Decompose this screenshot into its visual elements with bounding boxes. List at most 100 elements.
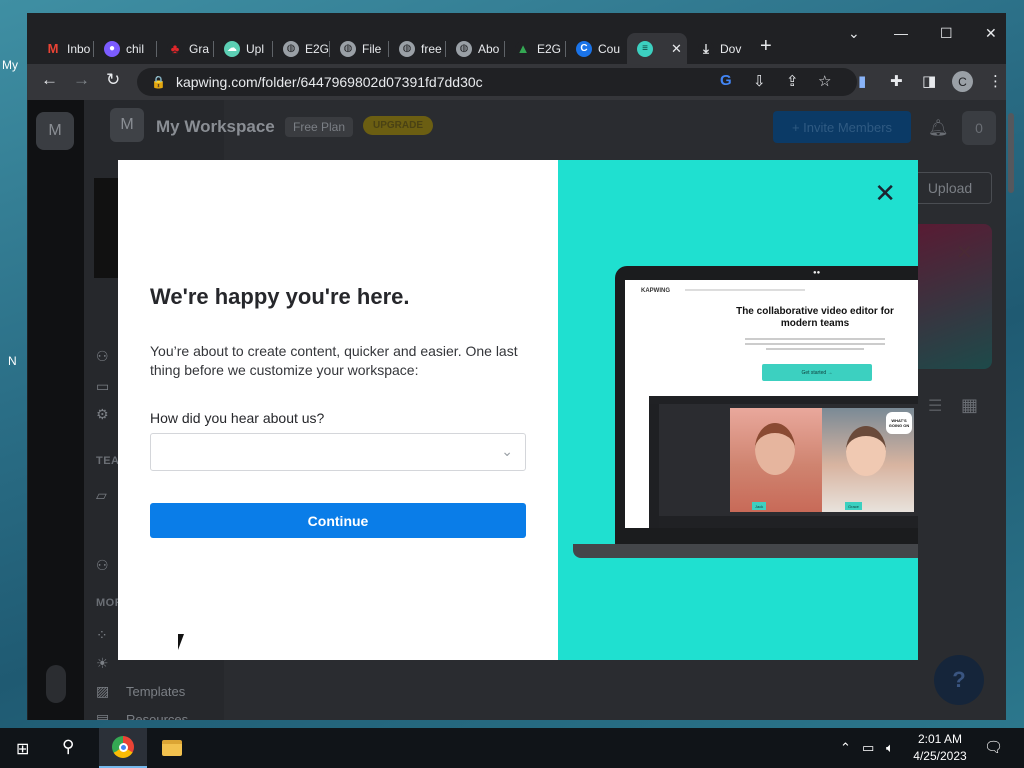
tab-label: Dov: [720, 41, 742, 56]
url-text[interactable]: kapwing.com/folder/6447969802d07391fd7dd…: [176, 74, 483, 90]
invite-members-button[interactable]: + Invite Members: [773, 111, 911, 143]
taskbar-file-explorer[interactable]: [148, 728, 196, 768]
tab-gmail[interactable]: M Inbo: [35, 33, 93, 64]
sidebar-item-templates[interactable]: ▨ Templates: [96, 683, 185, 700]
menu-kebab-icon[interactable]: ⋮: [988, 72, 1003, 90]
clock-date: 4/25/2023: [913, 749, 967, 763]
sidebar-item-settings[interactable]: ⚙: [96, 406, 112, 423]
windows-start-icon[interactable]: ⊞: [16, 739, 29, 759]
sidebar-item-folder[interactable]: ▱: [96, 487, 112, 504]
search-icon[interactable]: ⚲: [62, 737, 74, 757]
theme-toggle[interactable]: [46, 665, 66, 703]
editor-sidebar: [649, 404, 659, 528]
gear-icon: ⚙: [96, 406, 109, 422]
sidebar-item-label: Templates: [126, 684, 186, 699]
tab-search-chevron-icon[interactable]: ⌄: [848, 25, 860, 42]
face: [846, 426, 886, 476]
grid-view-icon[interactable]: ▦: [961, 395, 978, 416]
tab-label: Upl: [246, 41, 265, 56]
new-tab-icon[interactable]: +: [760, 35, 772, 58]
install-app-icon[interactable]: ⇩: [753, 72, 766, 90]
sidebar-item-join[interactable]: ⚇: [96, 557, 112, 574]
desktop-icon-label[interactable]: N: [8, 354, 17, 368]
file-explorer-icon: [162, 740, 182, 756]
continue-button[interactable]: Continue: [150, 503, 526, 538]
system-clock[interactable]: 2:01 AM 4/25/2023: [905, 731, 975, 765]
page-scrollbar[interactable]: [1008, 113, 1014, 193]
participant-video-1: [730, 408, 822, 512]
laptop-screen: KAPWING The collaborative video editor f…: [625, 280, 918, 528]
extensions-puzzle-icon[interactable]: ✚: [890, 72, 903, 90]
user-avatar[interactable]: 0: [962, 111, 996, 145]
tab-label: File: [362, 41, 382, 56]
minimize-icon[interactable]: —: [894, 25, 908, 41]
network-icon[interactable]: ▭: [862, 740, 874, 756]
tab-kapwing-active[interactable]: ≡ ✕: [627, 33, 687, 64]
tab-close-icon[interactable]: ✕: [671, 41, 682, 57]
sidebar-item-brand[interactable]: ▭: [96, 378, 112, 395]
upload-button[interactable]: Upload: [908, 172, 992, 204]
clock-time: 2:01 AM: [917, 732, 963, 746]
sidebar-item-resources[interactable]: ▤ Resources: [96, 711, 188, 720]
modal-description: You’re about to create content, quicker …: [150, 343, 518, 378]
list-view-icon[interactable]: ☰: [928, 396, 942, 416]
drive-icon: ▲: [515, 40, 531, 57]
desktop-icon-label[interactable]: My: [2, 58, 18, 72]
tab-drive[interactable]: ▲ E2G: [505, 33, 565, 64]
chevron-down-icon: ⌄: [501, 443, 513, 459]
globe-icon: ◍: [456, 40, 472, 57]
close-window-icon[interactable]: ✕: [985, 25, 997, 42]
image-icon: ▨: [96, 683, 110, 699]
kapwing-icon: ≡: [637, 40, 653, 57]
share-icon[interactable]: ⇪: [786, 72, 799, 90]
cloud-icon: ☁: [224, 40, 240, 57]
reload-icon[interactable]: ↻: [106, 70, 120, 90]
tray-chevron-up-icon[interactable]: ⌃: [840, 740, 851, 756]
browser-toolbar: ← → ↻ 🔒 kapwing.com/folder/6447969802d07…: [27, 64, 1006, 100]
tab-label: Inbo: [67, 41, 91, 56]
side-panel-icon[interactable]: ◨: [922, 72, 936, 90]
globe-icon: ◍: [340, 40, 356, 57]
laptop-illustration: ●● KAPWING The collaborative video edito…: [573, 266, 918, 558]
bookmark-star-icon[interactable]: ☆: [818, 72, 831, 90]
workspace-switcher[interactable]: M: [36, 112, 74, 150]
illustration-headline: The collaborative video editor for moder…: [736, 306, 894, 329]
gmail-icon: M: [45, 40, 61, 57]
address-bar[interactable]: 🔒 kapwing.com/folder/6447969802d07391fd7…: [137, 68, 857, 96]
tab-file[interactable]: ◍ File: [330, 33, 388, 64]
globe-icon: ◍: [399, 40, 415, 57]
forward-icon[interactable]: →: [73, 70, 90, 90]
lock-icon[interactable]: 🔒: [151, 75, 166, 89]
promo-banner: [908, 224, 992, 369]
tab-grammarly[interactable]: ♣ Gra: [157, 33, 213, 64]
volume-icon[interactable]: 🔈︎: [886, 740, 894, 756]
maximize-icon[interactable]: ☐: [940, 25, 953, 42]
tab-coursera[interactable]: C Cou: [566, 33, 626, 64]
upgrade-button[interactable]: UPGRADE: [363, 116, 434, 135]
onboarding-modal: We're happy you're here. You’re about to…: [118, 160, 918, 660]
tab-free[interactable]: ◍ free: [389, 33, 445, 64]
laptop-bezel: ●● KAPWING The collaborative video edito…: [615, 266, 918, 546]
kapwing-logo: KAPWING: [641, 288, 670, 294]
tab-upload[interactable]: ☁ Upl: [214, 33, 272, 64]
profile-avatar[interactable]: C: [952, 71, 973, 92]
tab-download[interactable]: ⤓ Dov: [688, 33, 746, 64]
notification-icon[interactable]: 🗨︎: [984, 738, 1003, 756]
taskbar-chrome[interactable]: [99, 728, 147, 768]
extension-icon[interactable]: ▮: [858, 72, 866, 90]
bell-icon[interactable]: 🔔︎: [928, 118, 948, 138]
tab-reddit[interactable]: ● chil: [94, 33, 156, 64]
sidebar-item-apps[interactable]: ⁘: [96, 627, 112, 644]
tab-about[interactable]: ◍ Abo: [446, 33, 504, 64]
sidebar-item-members[interactable]: ⚇: [96, 348, 112, 365]
referral-source-select[interactable]: ⌄: [150, 433, 526, 471]
back-icon[interactable]: ←: [41, 70, 58, 90]
sidebar-item-ideas[interactable]: ☀: [96, 655, 112, 672]
name-tag-right: Grace: [845, 502, 862, 510]
google-lens-icon[interactable]: G: [720, 72, 732, 89]
help-button[interactable]: ?: [934, 655, 984, 705]
face: [755, 423, 795, 475]
modal-close-icon[interactable]: ✕: [874, 178, 896, 209]
promo-close-icon[interactable]: ✕: [956, 240, 973, 265]
tab-e2g[interactable]: ◍ E2G: [273, 33, 329, 64]
